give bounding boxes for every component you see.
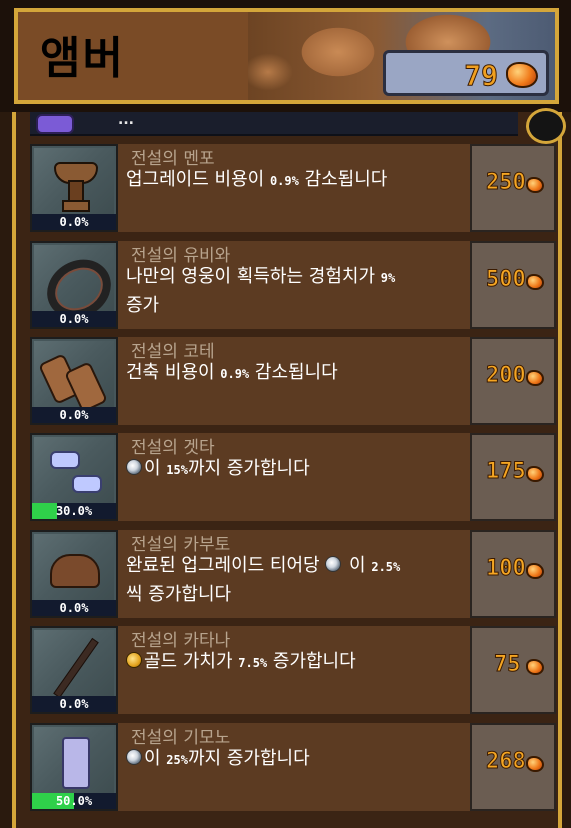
- upgrade-item[interactable]: 0.0% 전설의 코테 건축 비용이 0.9% 감소됩니다 200: [30, 337, 556, 425]
- amber-icon: [526, 274, 544, 290]
- item-description: 건축 비용이 0.9% 감소됩니다: [126, 362, 338, 383]
- item-portrait: 50.0%: [30, 723, 118, 811]
- amber-currency-display: 79: [383, 50, 549, 96]
- upgrade-item[interactable]: 50.0% 전설의 기모노 이 25%까지 증가합니다 268: [30, 723, 556, 811]
- cost-value: 175: [486, 459, 527, 485]
- page-title: 앰버: [40, 33, 125, 84]
- amber-icon: [526, 659, 544, 675]
- item-description: 이 15%까지 증가합니다: [126, 455, 466, 484]
- level-progress-bar: 30.0%: [32, 503, 116, 519]
- amber-icon: [526, 370, 544, 386]
- item-portrait: 0.0%: [30, 337, 118, 425]
- kabuto-helmet-icon: [50, 554, 100, 588]
- upgrade-item[interactable]: 30.0% 전설의 겟타 이 15%까지 증가합니다 175: [30, 433, 556, 521]
- cost-value: 268: [486, 749, 527, 775]
- header-frame: 앰버 79: [14, 8, 559, 104]
- item-description: 골드 가치가 7.5% 증가합니다: [126, 648, 466, 677]
- gem-icon: [36, 114, 74, 134]
- amber-count: 79: [464, 59, 499, 93]
- buy-button[interactable]: 75: [470, 626, 556, 714]
- level-progress-bar: 50.0%: [32, 793, 116, 809]
- amber-icon: [526, 563, 544, 579]
- item-portrait: 0.0%: [30, 241, 122, 330]
- upgrade-item[interactable]: 0.0% 전설의 유비와 나만의 영웅이 획득하는 경험치가 9% 증가 500: [30, 241, 556, 330]
- item-description: 완료된 업그레이드 티어당 이 2.5% 씩 증가합니다: [126, 555, 401, 605]
- level-progress-bar: 0.0%: [32, 600, 116, 616]
- cost-value: 200: [486, 363, 527, 389]
- stat-icon: [126, 459, 142, 475]
- item-portrait: 0.0%: [30, 626, 118, 714]
- partial-row-text: ...: [118, 112, 134, 128]
- buy-button[interactable]: 200: [470, 337, 556, 425]
- level-progress-bar: 0.0%: [32, 407, 116, 423]
- stat-icon: [325, 556, 342, 572]
- item-portrait: 0.0%: [30, 530, 118, 618]
- gold-coin-icon: [126, 652, 142, 668]
- item-description: 이 25%까지 증가합니다: [126, 745, 466, 774]
- amber-icon: [506, 62, 538, 88]
- amber-icon: [526, 177, 544, 193]
- partial-top-row: ...: [30, 108, 566, 144]
- upgrade-item[interactable]: 0.0% 전설의 카부토 완료된 업그레이드 티어당 이 2.5% 씩 증가합니…: [30, 530, 556, 618]
- upgrade-list[interactable]: ... 0.0% 전설의 멘포 업그레이드 비용이 0.9% 감소됩니다 250: [12, 108, 566, 828]
- cost-value: 500: [486, 267, 527, 293]
- level-progress-bar: 0.0%: [32, 214, 116, 230]
- buy-button[interactable]: 500: [470, 241, 556, 329]
- cost-value: 250: [486, 170, 527, 196]
- upgrade-item[interactable]: 0.0% 전설의 멘포 업그레이드 비용이 0.9% 감소됩니다 250: [30, 144, 556, 232]
- cost-value: 75: [494, 652, 521, 678]
- buy-button[interactable]: 268: [470, 723, 556, 811]
- level-progress-bar: 0.0%: [32, 696, 116, 712]
- buy-button[interactable]: 100: [470, 530, 556, 618]
- item-portrait: 30.0%: [30, 433, 118, 521]
- level-progress-bar: 0.0%: [32, 311, 116, 327]
- buy-button[interactable]: 250: [470, 144, 556, 232]
- cost-value: 100: [486, 556, 527, 582]
- amber-icon: [526, 756, 544, 772]
- stat-icon: [126, 749, 142, 765]
- amber-icon: [526, 466, 544, 482]
- buy-button[interactable]: 175: [470, 433, 556, 521]
- item-description: 나만의 영웅이 획득하는 경험치가 9% 증가: [126, 266, 396, 316]
- kimono-icon: [62, 737, 90, 789]
- header: 앰버 79: [0, 0, 571, 112]
- item-portrait: 0.0%: [30, 144, 118, 232]
- upgrade-item[interactable]: 0.0% 전설의 카타나 골드 가치가 7.5% 증가합니다 75: [30, 626, 556, 714]
- geta-sandals-icon: [50, 451, 80, 469]
- round-button-icon[interactable]: [526, 108, 566, 144]
- item-description: 업그레이드 비용이 0.9% 감소됩니다: [126, 169, 388, 190]
